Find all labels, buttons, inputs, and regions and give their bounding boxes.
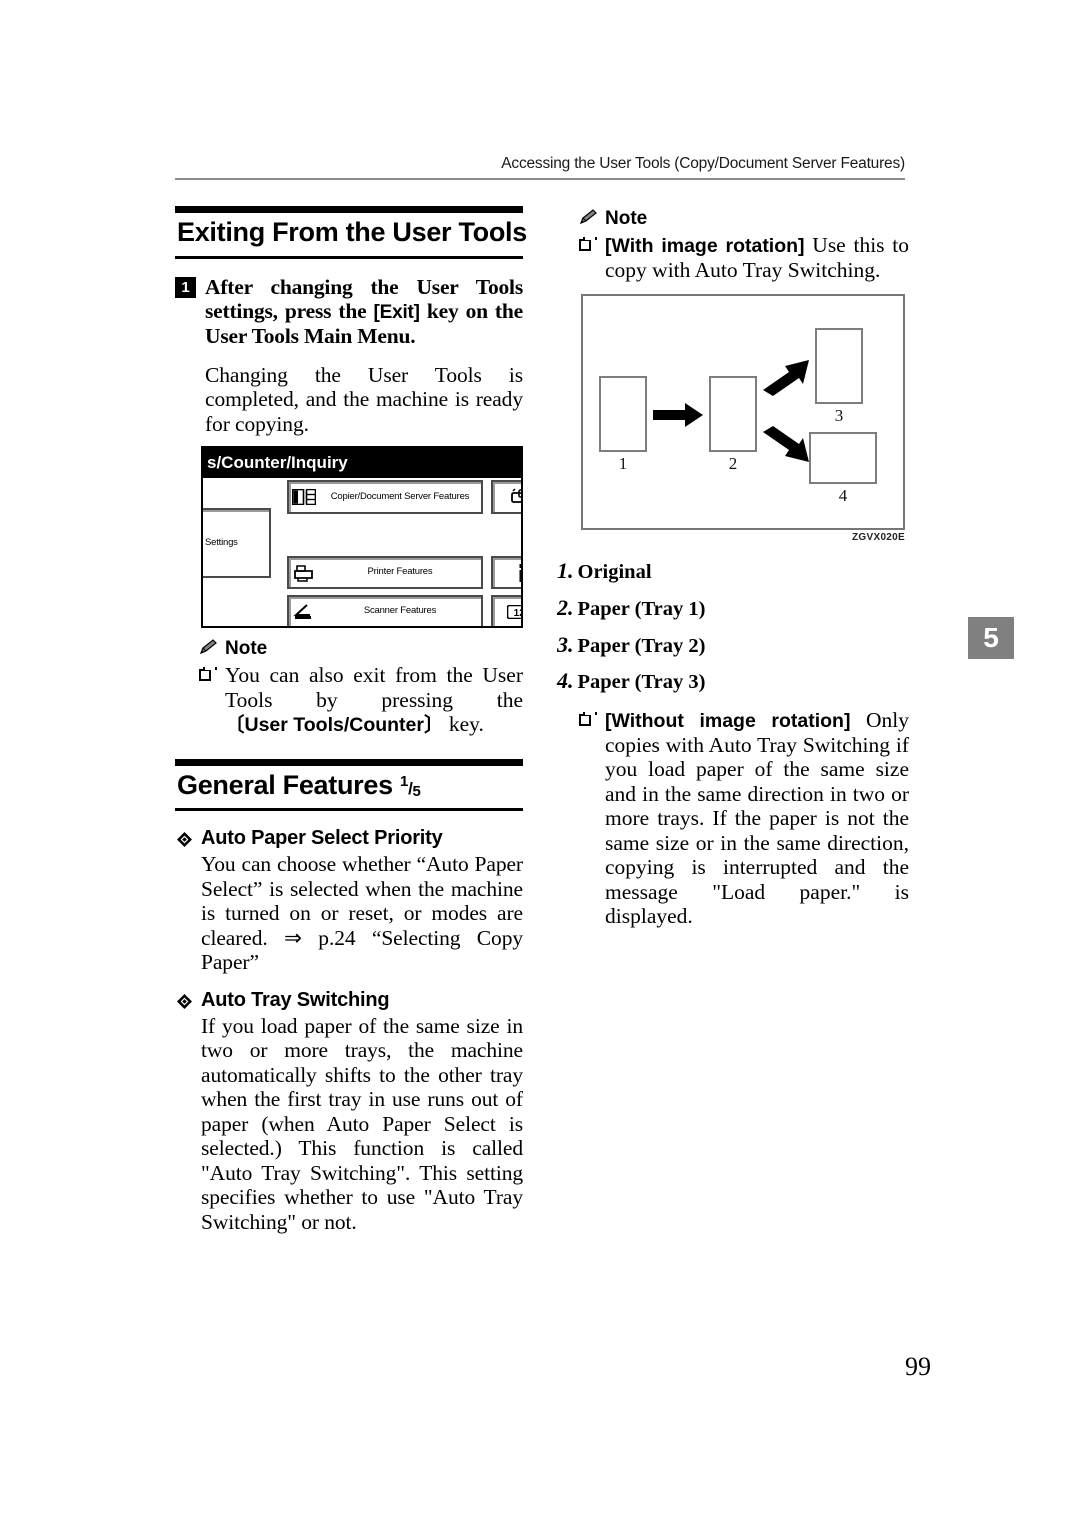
diagram-caption-list: 1. Original 2. Paper (Tray 1) 3. Paper (Tra… (557, 553, 909, 700)
chapter-tab: 5 (968, 617, 1014, 659)
lcd-button-printer-label: Printer Features (367, 566, 433, 578)
without-image-rotation-key-label: [Without image rotation] (605, 710, 851, 733)
section-title: Exiting From the User Tools (177, 217, 527, 247)
note-bullet-square-icon (199, 667, 217, 682)
procedure-step-1: 1 After changing the User Tools settings… (175, 275, 523, 349)
counter-123-icon: 123 (507, 604, 523, 619)
caption-number-4: 4. (557, 668, 574, 694)
page-number: 99 (905, 1352, 931, 1381)
caption-text-3: Paper (Tray 2) (577, 634, 706, 657)
fraction-numerator: 1 (400, 772, 409, 790)
note-label: Note (225, 638, 268, 660)
lcd-button-system-settings[interactable]: Settings (203, 508, 271, 579)
user-tools-counter-key-label: 〔User Tools/Counter〕 (225, 714, 444, 737)
diamond-bullet-icon-2 (177, 992, 192, 1009)
exit-key-label: [Exit] (373, 302, 420, 324)
step-result-text: Changing the User Tools is completed, an… (205, 362, 523, 436)
note-heading-left: Note (199, 638, 523, 660)
without-image-rotation-text: Only copies with Auto Tray Switching if … (605, 708, 909, 929)
heading-rule-bottom-2 (175, 808, 523, 812)
lcd-body: Settings Copier/Document Server Features (203, 478, 523, 627)
header-rule (175, 178, 905, 180)
note-bullet-square-icon-2 (579, 237, 597, 251)
note-item-with-image-rotation: [With image rotation] Use this to copy w… (557, 233, 909, 282)
left-column: Exiting From the User Tools 1 After chan… (175, 206, 527, 1244)
lcd-button-counter[interactable]: 123 (491, 595, 523, 627)
step-text: After changing the User Tools settings, … (205, 275, 523, 349)
lcd-button-copier-document-server-features[interactable]: Copier/Document Server Features (287, 480, 483, 515)
section-title-2-text: General Features (177, 769, 401, 800)
caption-item-3: 3. Paper (Tray 2) (557, 627, 909, 664)
feature-heading-auto-tray-switching: Auto Tray Switching (175, 989, 523, 1012)
diagram-sheet-2-label: 2 (728, 454, 738, 473)
caption-number-1: 1. (557, 558, 574, 583)
section-heading-exiting: Exiting From the User Tools (175, 206, 527, 259)
lcd-button-system-settings-label: Settings (205, 536, 238, 548)
running-head: Accessing the User Tools (Copy/Document … (501, 155, 905, 172)
diagram-arrow-down-right-icon (763, 426, 809, 462)
diagram-figure-code: ZGVX020E (852, 532, 905, 543)
note-heading-right: Note (579, 208, 909, 230)
information-icon (507, 563, 521, 583)
maintenance-icon (507, 488, 521, 506)
pencil-icon (199, 638, 218, 660)
caption-text-2: Paper (Tray 1) (577, 597, 706, 620)
heading-rule-top (175, 206, 523, 213)
section-heading-general-features: General Features 1/5 (175, 758, 523, 812)
diagram-frame: 1 2 3 4 (581, 294, 905, 530)
diagram-sheet-1 (599, 376, 647, 452)
section-title-2: General Features 1/5 (175, 766, 523, 804)
diagram-sheet-3 (815, 328, 863, 404)
note-item-left: You can also exit from the User Tools by… (175, 663, 523, 737)
note-label-right: Note (605, 208, 648, 229)
caption-item-1: 1. Original (557, 553, 909, 590)
diagram-sheet-4 (809, 432, 877, 484)
diagram-sheet-1-label: 1 (618, 454, 628, 473)
caption-number-2: 2. (557, 594, 574, 620)
diagram-arrow-right-icon (653, 403, 703, 427)
note-item-prefix: You can also exit from the User Tools by… (225, 663, 523, 712)
caption-number-3: 3. (557, 631, 574, 657)
diagram-sheet-2 (709, 376, 757, 452)
with-image-rotation-key-label: [With image rotation] (605, 235, 805, 257)
lcd-button-maintenance[interactable] (491, 480, 521, 515)
lcd-button-scanner-features[interactable]: Scanner Features (287, 595, 483, 627)
lcd-screenshot: s/Counter/Inquiry Settings Copier/Docume… (201, 446, 523, 629)
caption-text-1: Original (577, 561, 652, 583)
tray-switching-diagram: 1 2 3 4 ZGVX020E (581, 294, 905, 543)
note-bullet-square-icon-3 (579, 712, 597, 727)
caption-item-4: 4. Paper (Tray 3) (557, 663, 909, 700)
heading-rule-bottom (175, 255, 523, 259)
svg-text:123: 123 (514, 608, 523, 619)
feature-heading-label-2: Auto Tray Switching (201, 988, 390, 1011)
feature-body-auto-paper-select-priority: You can choose whether “Auto Paper Selec… (201, 852, 523, 975)
caption-item-2: 2. Paper (Tray 1) (557, 590, 909, 627)
note-item-without-image-rotation: [Without image rotation] Only copies wit… (557, 708, 909, 929)
lcd-button-copier-label: Copier/Document Server Features (330, 490, 470, 502)
feature-heading-label: Auto Paper Select Priority (201, 827, 443, 850)
lcd-button-inquiry[interactable] (491, 556, 521, 590)
copier-document-server-icon (289, 489, 319, 506)
diagram-sheet-3-label: 3 (834, 406, 844, 425)
caption-text-4: Paper (Tray 3) (577, 671, 706, 694)
lcd-button-printer-features[interactable]: Printer Features (287, 556, 483, 590)
lcd-button-scanner-label: Scanner Features (363, 605, 437, 617)
feature-body-auto-tray-switching: If you load paper of the same size in tw… (201, 1013, 523, 1234)
diagram-sheet-4-label: 4 (838, 486, 848, 505)
page-fraction: 1/5 (400, 772, 421, 800)
printer-icon (289, 564, 319, 582)
feature-heading-auto-paper-select-priority: Auto Paper Select Priority (175, 827, 523, 850)
step-number-badge: 1 (175, 276, 196, 298)
pencil-icon-2 (579, 208, 598, 230)
lcd-title-bar: s/Counter/Inquiry (203, 448, 521, 479)
heading-rule-top-2 (175, 758, 523, 766)
diamond-bullet-icon (177, 830, 192, 848)
fraction-denominator: 5 (412, 782, 421, 800)
note-item-suffix: key. (443, 712, 484, 737)
diagram-arrow-up-right-icon (763, 360, 809, 396)
scanner-icon (289, 603, 319, 621)
right-column: Note [With image rotation] Use this to c… (557, 206, 909, 933)
